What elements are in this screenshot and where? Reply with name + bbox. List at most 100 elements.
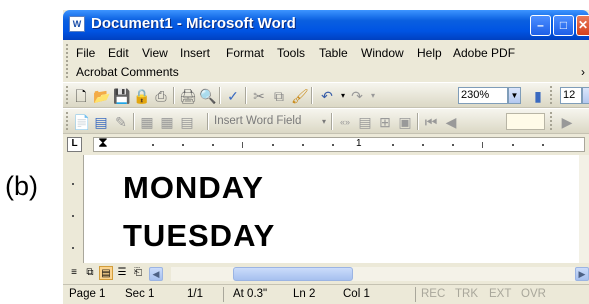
close-button[interactable]: ✕ [576,15,589,36]
insert-greeting-icon[interactable]: ▦ [159,114,175,130]
open-data-source-icon[interactable]: ▤ [93,114,109,130]
insert-word-field-dropdown[interactable]: Insert Word Field [214,115,301,127]
toolbar-separator [133,113,135,130]
status-ext[interactable]: EXT [489,288,511,300]
merge-field-icon[interactable]: ▤ [179,114,195,130]
copy-icon[interactable]: ⧉ [271,88,287,104]
status-pages: 1/1 [187,288,203,300]
web-layout-view-icon[interactable]: ⧉ [83,266,97,280]
spelling-icon[interactable]: 🔍 [199,88,216,104]
menu-table[interactable]: Table [319,46,348,60]
standard-toolbar: 🗋 📂 💾 🔒 ⎙ 🖨 🔍 ✓ ✂ ⧉ 🖌 ↶ ▾ ↷ ▾ 230% ▼ ▮ 1… [63,82,589,108]
word-doc-icon[interactable]: W [69,16,85,32]
status-rec[interactable]: REC [421,288,445,300]
menu-file[interactable]: File [76,46,95,60]
highlight-fields-icon[interactable]: ▤ [357,114,373,130]
ruler-dot [72,247,74,249]
undo-icon[interactable]: ↶ [319,88,335,104]
document-line[interactable]: TUESDAY [123,218,275,254]
open-folder-icon[interactable]: 📂 [93,88,110,104]
menu-help[interactable]: Help [417,46,442,60]
redo-dropdown-icon[interactable]: ▾ [365,88,381,104]
new-document-icon[interactable]: 🗋 [73,88,89,104]
menu-edit[interactable]: Edit [108,46,129,60]
ruler-dot [182,144,184,146]
tab-selector[interactable]: L [67,137,82,152]
ruler-dot [542,144,544,146]
minimize-button[interactable]: – [530,15,551,36]
propagate-labels-icon[interactable]: ▣ [397,114,413,130]
ruler-dot [212,144,214,146]
outline-view-icon[interactable]: ☰ [115,266,129,280]
document-area[interactable]: MONDAY TUESDAY [63,155,579,263]
toolbar-grip[interactable] [550,112,554,130]
status-line: Ln 2 [293,288,316,300]
table-icon[interactable] [437,88,453,104]
status-ovr[interactable]: OVR [521,288,546,300]
toolbar-separator [219,87,221,104]
print-icon[interactable]: ⎙ [153,88,169,104]
status-position: At 0.3" [233,288,268,300]
menu-tools[interactable]: Tools [277,46,305,60]
record-number-box[interactable] [506,113,545,130]
scroll-left-icon[interactable]: ◀ [149,267,163,281]
horizontal-scroll-track[interactable] [171,267,577,281]
toolbar-grip[interactable] [550,86,554,104]
print-preview-icon[interactable]: 🖨 [179,88,197,104]
insert-address-block-icon[interactable]: ▦ [139,114,155,130]
menu-format[interactable]: Format [226,46,264,60]
menu-grip[interactable] [66,44,70,78]
toolbar-separator [173,87,175,104]
toolbar-separator [207,113,209,130]
format-painter-icon[interactable]: 🖌 [291,88,309,104]
menu-adobe-pdf[interactable]: Adobe PDF [453,46,515,60]
vertical-scrollbar[interactable] [579,155,589,263]
vertical-ruler[interactable] [63,155,84,263]
indent-marker-icon[interactable]: ⧗ [98,134,108,151]
zoom-dropdown-icon[interactable]: ▼ [508,87,521,104]
status-section: Sec 1 [125,288,155,300]
status-trk[interactable]: TRK [455,288,478,300]
permission-icon[interactable]: 🔒 [133,88,150,104]
redo-icon[interactable]: ↷ [349,88,365,104]
toolbar-separator [417,113,419,130]
recipients-icon[interactable]: ✎ [113,114,129,130]
maximize-button[interactable]: □ [553,15,574,36]
ruler-dot [422,144,424,146]
font-size-dropdown-icon[interactable] [582,87,589,104]
main-document-setup-icon[interactable]: 📄 [73,114,90,130]
toolbar-grip[interactable] [66,112,70,130]
next-record-icon[interactable]: ▶ [559,114,575,130]
toolbar-options-icon[interactable]: ▮ [530,88,546,104]
menu-window[interactable]: Window [361,46,404,60]
menu-insert[interactable]: Insert [180,46,210,60]
save-icon[interactable]: 💾 [113,88,130,104]
reading-layout-view-icon[interactable]: ⎗ [131,266,145,280]
toolbar-grip[interactable] [66,86,70,104]
horizontal-ruler[interactable]: ⧗ 1 [93,134,585,152]
font-size-box[interactable]: 12 [560,87,582,104]
menu-view[interactable]: View [142,46,168,60]
status-bar: Page 1 Sec 1 1/1 At 0.3" Ln 2 Col 1 REC … [63,284,589,304]
first-record-icon[interactable]: ⏮ [423,114,439,130]
status-column: Col 1 [343,288,370,300]
print-layout-view-icon[interactable]: ▤ [99,266,113,280]
ruler-dot [392,144,394,146]
chevron-right-icon[interactable]: › [581,65,585,79]
cut-icon[interactable]: ✂ [251,88,267,104]
zoom-box[interactable]: 230% [458,87,508,104]
horizontal-scroll-thumb[interactable] [233,267,353,281]
document-line[interactable]: MONDAY [123,170,264,206]
figure-label: (b) [5,171,38,201]
match-fields-icon[interactable]: ⊞ [377,114,393,130]
title-bar[interactable]: W Document1 - Microsoft Word – □ ✕ [63,10,589,40]
view-merged-data-icon[interactable]: «» [337,114,353,130]
spelling-check-icon[interactable]: ✓ [225,88,241,104]
menu-acrobat-comments[interactable]: Acrobat Comments [76,65,179,79]
scroll-right-icon[interactable]: ▶ [575,267,589,281]
ruler-dot [72,215,74,217]
normal-view-icon[interactable]: ≡ [67,266,81,280]
insert-word-field-dropdown-icon[interactable]: ▾ [316,114,332,130]
previous-record-icon[interactable]: ◀ [443,114,459,130]
window-title: Document1 - Microsoft Word [91,15,296,32]
